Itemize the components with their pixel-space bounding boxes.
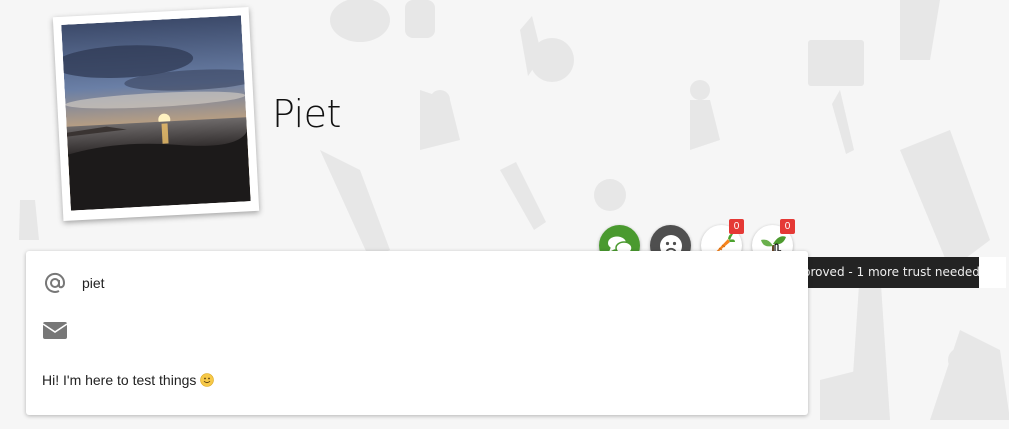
- username-row: piet: [42, 270, 105, 296]
- email-row: [42, 317, 82, 343]
- trust-tooltip: Approved - 1 more trust needed: [779, 257, 988, 288]
- envelope-icon: [42, 317, 68, 343]
- trust-count-badge: 0: [780, 219, 795, 234]
- profile-name: Piet: [272, 92, 341, 136]
- at-sign-icon: [42, 270, 68, 296]
- profile-photo: [61, 15, 251, 211]
- username-value: piet: [82, 275, 105, 291]
- bio: Hi! I'm here to test things: [42, 372, 215, 388]
- tooltip-gap: [979, 257, 1006, 288]
- bio-text: Hi! I'm here to test things: [42, 372, 197, 388]
- profile-info-card: piet Hi! I'm here to test things: [26, 251, 808, 415]
- smiley-icon: [200, 373, 215, 387]
- profile-photo-frame: [52, 7, 260, 221]
- carrot-count-badge: 0: [729, 219, 744, 234]
